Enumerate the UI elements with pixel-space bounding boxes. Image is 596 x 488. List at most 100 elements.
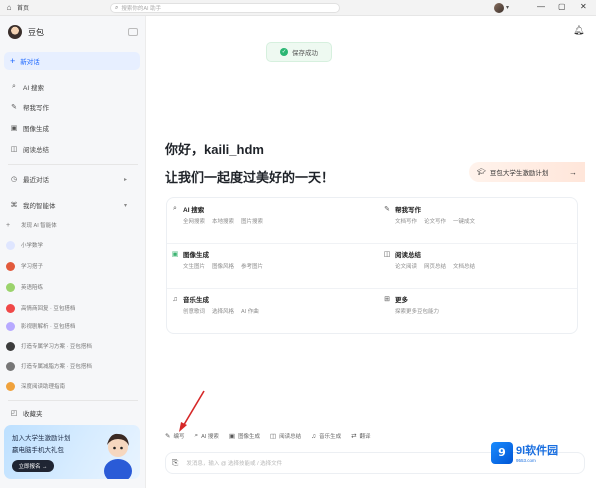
app-logo [8, 25, 22, 39]
sidebar-agent-item[interactable]: 学习搭子 [6, 259, 140, 273]
card-sub-link[interactable]: 文档总结 [453, 262, 475, 270]
music-icon: ♫ [311, 432, 317, 440]
card-sub-link[interactable]: 创意歌词 [183, 307, 205, 315]
tool-music[interactable]: ♫ 音乐生成 [311, 432, 341, 441]
sidebar-agent-item[interactable]: 影视剧解析 · 豆包搭档 [6, 319, 140, 333]
sidebar-agent-item[interactable]: + 发现 AI 智能体 [6, 218, 140, 232]
sidebar-item-agents[interactable]: ⌘ 我的智能体 ▾ [4, 198, 140, 212]
agent-avatar [6, 321, 15, 331]
annotation-arrow [179, 390, 205, 432]
card-sub-link[interactable]: 网页总结 [424, 262, 446, 270]
home-icon[interactable]: ⌂ [4, 3, 14, 13]
book-icon: ◫ [10, 146, 18, 153]
agents-icon: ⌘ [10, 202, 18, 209]
banner-title: 加入大学生激励计划 [12, 435, 71, 442]
music-icon: ♫ [172, 295, 178, 303]
image-icon: ▣ [228, 433, 235, 440]
close-button[interactable]: ✕ [580, 2, 587, 11]
tool-translate[interactable]: ⇄ 翻译 [351, 432, 370, 440]
chevron-down-icon: ▾ [124, 202, 128, 209]
card-sub-link[interactable]: 一键成文 [453, 217, 475, 225]
skill-toolbar: ✎ 编写 ⌕ AI 搜索 ▣ 图像生成 ◫ 阅读总结 ♫ 音乐生成 ⇄ 翻译 [165, 429, 485, 443]
bookmark-icon: ◰ [10, 410, 18, 417]
banner-subtitle: 赢电脑手机大礼包 [12, 447, 64, 454]
plus-icon: + [6, 221, 11, 229]
global-search[interactable]: ⌕ 搜索你的AI 助手 [110, 3, 340, 13]
card-sub-link[interactable]: 论文写作 [424, 217, 446, 225]
new-chat-button[interactable]: + 新对话 [4, 52, 140, 70]
card-sub-link[interactable]: 文生图片 [183, 262, 205, 270]
sidebar-item-writing[interactable]: ✎ 帮我写作 [4, 100, 140, 114]
agent-avatar [6, 261, 15, 271]
promo-pill[interactable]: 🎓︎ 豆包大学生激励计划 → [469, 162, 585, 182]
feature-card-music[interactable]: ♫ 音乐生成 创意歌词 选择风格 AI 作曲 [167, 288, 367, 332]
sidebar-agent-item[interactable]: 高情商回复 · 豆包搭档 [6, 301, 140, 315]
promo-banner[interactable]: 加入大学生激励计划 赢电脑手机大礼包 立即报名 → [4, 425, 140, 479]
card-sub-link[interactable]: AI 作曲 [241, 307, 259, 315]
sidebar-agent-item[interactable]: 小学数学 [6, 238, 140, 252]
card-sub-link[interactable]: 探索更多豆包能力 [395, 307, 439, 315]
feature-card-reading[interactable]: ◫ 阅读总结 论文阅读 网页总结 文档总结 [379, 243, 579, 287]
divider [8, 164, 138, 165]
card-sub-link[interactable]: 图片搜索 [241, 217, 263, 225]
image-icon: ▣ [171, 251, 179, 258]
graduation-cap-icon: 🎓︎ [477, 169, 486, 176]
sidebar-item-image[interactable]: ▣ 图像生成 [4, 121, 140, 135]
card-sub-link[interactable]: 文档写作 [395, 217, 417, 225]
image-icon: ▣ [10, 125, 18, 132]
pen-icon: ✎ [11, 104, 17, 111]
search-placeholder: 搜索你的AI 助手 [121, 6, 162, 12]
agent-avatar [6, 361, 15, 371]
watermark-title: 9l软件园 [516, 445, 559, 457]
sidebar-agent-item[interactable]: 打造专属学习方案 · 豆包搭档 [6, 339, 140, 353]
mascot-illustration [104, 433, 132, 479]
divider [8, 400, 138, 401]
feature-card-grid: ⌕ AI 搜索 全网搜索 本地搜索 图片搜索 ✎ 帮我写作 文档写作 论文写作 一键… [166, 197, 578, 334]
check-icon: ✓ [280, 48, 288, 56]
minimize-button[interactable]: — [537, 2, 545, 11]
sidebar-item-favorites[interactable]: ◰ 收藏夹 [4, 406, 140, 420]
signup-button[interactable]: 立即报名 → [12, 460, 54, 472]
bell-icon[interactable]: 🔔︎ [573, 25, 584, 36]
agent-avatar [6, 341, 15, 351]
sidebar-agent-item[interactable]: 打造专属减脂方案 · 豆包搭档 [6, 359, 140, 373]
watermark-sub: 9553.com [516, 458, 536, 463]
book-icon: ◫ [270, 433, 277, 440]
plus-icon: + [10, 56, 16, 66]
tool-image[interactable]: ▣ 图像生成 [229, 432, 260, 440]
maximize-button[interactable]: ▢ [558, 2, 566, 11]
feature-card-more[interactable]: ⊞ 更多 探索更多豆包能力 [379, 288, 579, 332]
title-bar: ⌂ 首页 ⌕ 搜索你的AI 助手 ▾ — ▢ ✕ [0, 0, 596, 16]
toast-save-success: ✓ 保存成功 [266, 42, 332, 62]
collapse-sidebar-icon[interactable] [128, 28, 138, 36]
card-sub-link[interactable]: 本地搜索 [212, 217, 234, 225]
watermark-icon: 9 [491, 441, 513, 464]
feature-card-writing[interactable]: ✎ 帮我写作 文档写作 论文写作 一键成文 [379, 198, 579, 242]
input-placeholder: 发消息，输入 @ 选择技能或 / 选择文件 [186, 461, 283, 467]
sidebar-item-ai-search[interactable]: ⌕ AI 搜索 [4, 80, 140, 94]
feature-card-image[interactable]: ▣ 图像生成 文生图片 图像风格 参考图片 [167, 243, 367, 287]
sidebar-item-reading[interactable]: ◫ 阅读总结 [4, 142, 140, 156]
sidebar-header: 豆包 [8, 25, 44, 39]
agent-avatar [6, 303, 15, 313]
sidebar: 豆包 + 新对话 ⌕ AI 搜索 ✎ 帮我写作 ▣ 图像生成 ◫ 阅读总结 ◷ … [0, 16, 146, 488]
tool-reading[interactable]: ◫ 阅读总结 [270, 432, 301, 440]
tab-home[interactable]: 首页 [17, 3, 29, 12]
card-sub-link[interactable]: 参考图片 [241, 262, 263, 270]
attachment-icon[interactable]: ⎘ [172, 458, 178, 468]
greeting-title: 你好，kaili_hdm [165, 142, 264, 157]
card-sub-link[interactable]: 选择风格 [212, 307, 234, 315]
chevron-down-icon[interactable]: ▾ [506, 4, 509, 11]
card-sub-link[interactable]: 论文阅读 [395, 262, 417, 270]
agent-avatar [6, 381, 15, 391]
sidebar-agent-item[interactable]: 英语陪练 [6, 280, 140, 294]
search-icon: ⌕ [115, 4, 119, 11]
card-sub-link[interactable]: 图像风格 [212, 262, 234, 270]
card-sub-link[interactable]: 全网搜索 [183, 217, 205, 225]
avatar[interactable] [494, 3, 504, 13]
sidebar-item-recent[interactable]: ◷ 最近对话 ▸ [4, 172, 140, 186]
feature-card-ai-search[interactable]: ⌕ AI 搜索 全网搜索 本地搜索 图片搜索 [167, 198, 367, 242]
sidebar-agent-item[interactable]: 深度阅读助理指南 [6, 379, 140, 393]
agent-avatar [6, 282, 15, 292]
pen-icon: ✎ [165, 433, 171, 440]
